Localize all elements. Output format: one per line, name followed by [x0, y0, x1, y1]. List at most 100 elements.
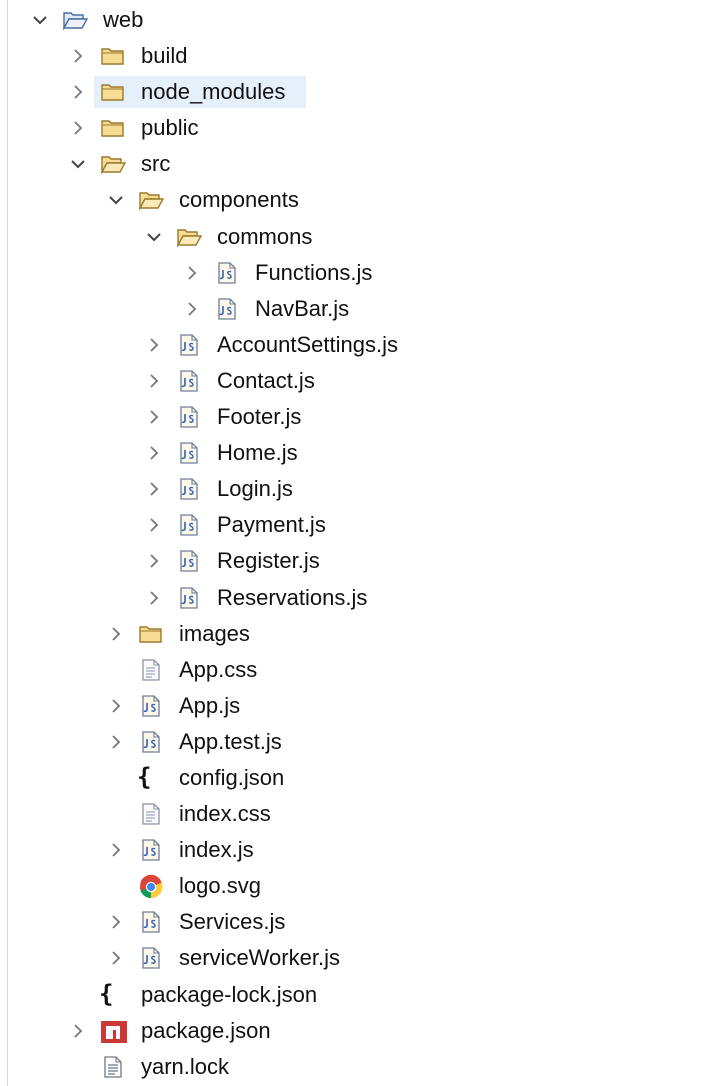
tree-item-label: Services.js — [179, 909, 286, 935]
folder-open-icon — [100, 152, 126, 176]
tree-item-build[interactable]: build — [0, 38, 722, 74]
folder-icon — [100, 80, 126, 104]
tree-item-images[interactable]: images — [0, 616, 722, 652]
tree-item-app-css[interactable]: App.css — [0, 652, 722, 688]
project-folder-open-icon — [62, 8, 88, 32]
tree-item-label: index.css — [179, 801, 271, 827]
tree-item-app-test-js[interactable]: App.test.js — [0, 724, 722, 760]
tree-item-web[interactable]: web — [0, 2, 722, 38]
folder-icon — [100, 116, 126, 140]
js-file-icon — [138, 838, 164, 862]
tree-item-label: Reservations.js — [217, 584, 368, 610]
json-file-icon: { } — [136, 763, 166, 789]
tree-item-public[interactable]: public — [0, 110, 722, 146]
chevron-right-icon[interactable] — [146, 445, 162, 461]
js-file-icon — [138, 694, 164, 718]
tree-item-label: build — [141, 43, 188, 69]
js-file-icon — [176, 405, 202, 429]
folder-icon — [138, 622, 164, 646]
chevron-right-icon[interactable] — [146, 409, 162, 425]
chevron-down-icon[interactable] — [70, 156, 86, 172]
tree-item-register-js[interactable]: Register.js — [0, 543, 722, 579]
folder-open-icon — [138, 188, 164, 212]
css-file-icon — [138, 658, 164, 682]
tree-item-label: Payment.js — [217, 512, 326, 538]
tree-item-logo-svg[interactable]: logo.svg — [0, 868, 722, 904]
js-file-icon — [176, 477, 202, 501]
tree-item-reservations-js[interactable]: Reservations.js — [0, 580, 722, 616]
chevron-right-icon[interactable] — [146, 553, 162, 569]
tree-item-contact-js[interactable]: Contact.js — [0, 363, 722, 399]
tree-item-label: Register.js — [217, 548, 320, 574]
tree-item-serviceworker-js[interactable]: serviceWorker.js — [0, 940, 722, 976]
tree-item-label: Login.js — [217, 476, 293, 502]
chevron-down-icon[interactable] — [146, 229, 162, 245]
chevron-right-icon[interactable] — [70, 120, 86, 136]
js-file-icon — [138, 946, 164, 970]
tree-item-package-lock-json[interactable]: { } package-lock.json — [0, 977, 722, 1013]
chevron-right-icon[interactable] — [146, 517, 162, 533]
chevron-right-icon[interactable] — [108, 734, 124, 750]
js-file-icon — [176, 586, 202, 610]
chevron-right-icon[interactable] — [108, 950, 124, 966]
tree-item-label: images — [179, 620, 250, 646]
tree-item-config-json[interactable]: { } config.json — [0, 760, 722, 796]
svg-text:{ }: { } — [99, 980, 128, 1006]
tree-item-home-js[interactable]: Home.js — [0, 435, 722, 471]
tree-item-package-json[interactable]: package.json — [0, 1013, 722, 1049]
chevron-right-icon[interactable] — [70, 84, 86, 100]
chevron-right-icon[interactable] — [108, 842, 124, 858]
folder-icon — [100, 44, 126, 68]
chevron-right-icon[interactable] — [108, 914, 124, 930]
tree-item-commons[interactable]: commons — [0, 219, 722, 255]
tree-item-label: web — [103, 7, 144, 32]
tree-item-label: Footer.js — [217, 404, 302, 430]
tree-item-label: Functions.js — [255, 259, 373, 285]
tree-item-yarn-lock[interactable]: yarn.lock — [0, 1049, 722, 1085]
chevron-right-icon[interactable] — [184, 301, 200, 317]
tree-item-functions-js[interactable]: Functions.js — [0, 255, 722, 291]
json-file-icon: { } — [98, 980, 128, 1006]
chevron-right-icon[interactable] — [146, 373, 162, 389]
chevron-right-icon[interactable] — [184, 265, 200, 281]
tree-item-label: index.js — [179, 837, 254, 863]
chevron-down-icon[interactable] — [108, 192, 124, 208]
chevron-right-icon[interactable] — [146, 481, 162, 497]
tree-item-label: node_modules — [141, 79, 286, 105]
js-file-icon — [176, 369, 202, 393]
tree-item-index-js[interactable]: index.js — [0, 832, 722, 868]
chevron-right-icon[interactable] — [70, 1023, 86, 1039]
tree-item-label: App.js — [179, 692, 241, 718]
tree-item-app-js[interactable]: App.js — [0, 688, 722, 724]
chevron-right-icon[interactable] — [108, 626, 124, 642]
tree-item-navbar-js[interactable]: NavBar.js — [0, 291, 722, 327]
tree-item-login-js[interactable]: Login.js — [0, 471, 722, 507]
tree-item-payment-js[interactable]: Payment.js — [0, 507, 722, 543]
tree-item-services-js[interactable]: Services.js — [0, 904, 722, 940]
chevron-down-icon[interactable] — [32, 12, 48, 28]
js-file-icon — [214, 297, 240, 321]
tree-item-components[interactable]: components — [0, 182, 722, 218]
tree-item-label: package-lock.json — [141, 981, 318, 1007]
js-file-icon — [176, 333, 202, 357]
css-file-icon — [138, 802, 164, 826]
chevron-right-icon[interactable] — [146, 337, 162, 353]
tree-item-label: public — [141, 115, 199, 141]
tree-item-accountsettings-js[interactable]: AccountSettings.js — [0, 327, 722, 363]
chevron-right-icon[interactable] — [146, 590, 162, 606]
tree-item-node-modules[interactable]: node_modules — [0, 74, 722, 110]
tree-item-footer-js[interactable]: Footer.js — [0, 399, 722, 435]
tree-item-label: yarn.lock — [141, 1053, 230, 1079]
project-explorer-tree[interactable]: web build node_modules public src compon… — [0, 2, 722, 1085]
tree-item-label: Contact.js — [217, 367, 315, 393]
tree-item-label: NavBar.js — [255, 295, 350, 321]
tree-item-index-css[interactable]: index.css — [0, 796, 722, 832]
chevron-right-icon[interactable] — [108, 698, 124, 714]
chevron-right-icon[interactable] — [70, 48, 86, 64]
tree-item-src[interactable]: src — [0, 146, 722, 182]
tree-item-label: App.test.js — [179, 728, 282, 754]
text-file-icon — [100, 1055, 126, 1079]
js-file-icon — [176, 513, 202, 537]
tree-item-label: package.json — [141, 1017, 271, 1043]
js-file-icon — [138, 910, 164, 934]
